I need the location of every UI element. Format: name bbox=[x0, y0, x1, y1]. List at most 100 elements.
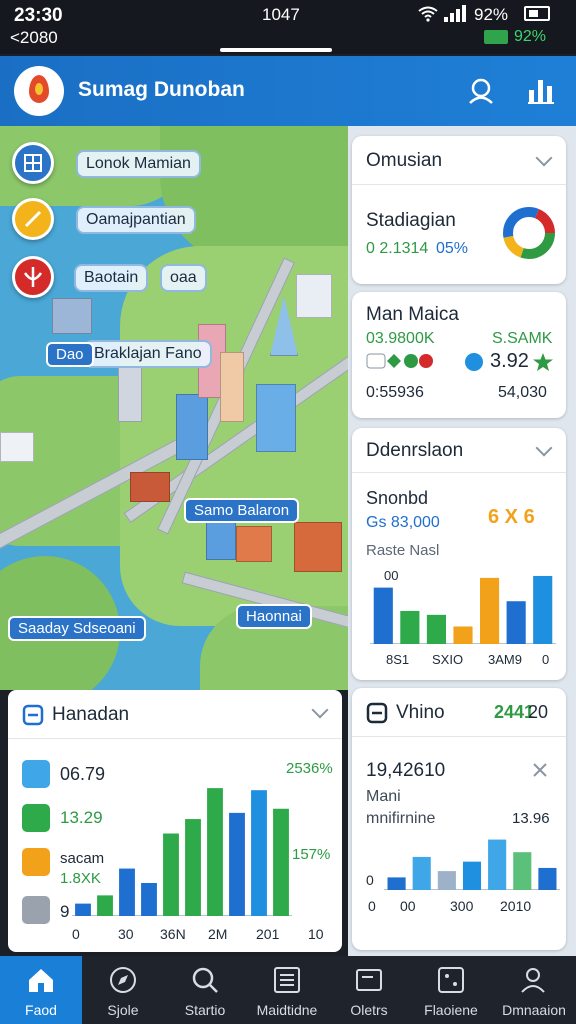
map-pin-blue[interactable] bbox=[12, 142, 54, 184]
dice-icon bbox=[438, 967, 464, 993]
map-building bbox=[236, 526, 272, 562]
chart-bar[interactable] bbox=[97, 895, 113, 916]
emblem-icon bbox=[23, 267, 43, 287]
nav-item-list[interactable]: Maidtidne bbox=[246, 956, 328, 1024]
map-pin-red[interactable] bbox=[12, 256, 54, 298]
nav-item-profile[interactable]: Dmnaaion bbox=[492, 956, 576, 1024]
chart-bar[interactable] bbox=[207, 788, 223, 916]
right-panel: Omusian Stadiagian 0 2.1314 05% Man Maic… bbox=[348, 126, 576, 956]
bar-chart bbox=[370, 575, 556, 645]
chart-bar[interactable] bbox=[453, 626, 473, 645]
chart-bar[interactable] bbox=[412, 856, 431, 890]
nav-item-home[interactable]: Faod bbox=[0, 956, 82, 1024]
trend-icon bbox=[22, 760, 50, 788]
chart-bar[interactable] bbox=[400, 610, 420, 644]
card-title: Vhino bbox=[396, 702, 445, 723]
panel-icon bbox=[22, 704, 44, 726]
chart-bar[interactable] bbox=[488, 839, 507, 890]
nav-label: Faod bbox=[25, 1002, 57, 1018]
map-label[interactable]: Baotain bbox=[74, 264, 149, 292]
chart-bar[interactable] bbox=[163, 833, 179, 917]
map-chip[interactable]: Dao bbox=[46, 342, 94, 367]
card-subtitle: Snonbd bbox=[366, 488, 429, 508]
nav-label: Sjole bbox=[107, 1002, 139, 1018]
nav-item-grid[interactable]: Flaoiene bbox=[410, 956, 492, 1024]
chevron-down-icon[interactable] bbox=[311, 701, 329, 719]
map-chip[interactable]: Saaday Sdseoani bbox=[8, 616, 146, 641]
status-back-label[interactable]: <2080 bbox=[10, 28, 58, 48]
map-chip[interactable]: Haonnai bbox=[236, 604, 312, 629]
card-title: Man Maica bbox=[366, 304, 459, 325]
chart-bar[interactable] bbox=[538, 867, 557, 890]
map-pin-yellow[interactable] bbox=[12, 198, 54, 240]
card-man-maica[interactable]: Man Maica 03.9800K S.SAMK 3.92 0:55936 5… bbox=[352, 292, 566, 418]
x-tick-label: 2M bbox=[208, 926, 228, 942]
bar-chart bbox=[72, 788, 292, 917]
divider bbox=[8, 738, 342, 739]
chart-bar[interactable] bbox=[533, 575, 553, 644]
list-icon bbox=[274, 967, 300, 993]
charging-icon bbox=[484, 30, 508, 44]
nav-label: Startio bbox=[184, 1002, 226, 1018]
map-label[interactable]: Oamajpantian bbox=[76, 206, 196, 234]
app-logo[interactable] bbox=[14, 66, 64, 116]
x-tick-label: 10 bbox=[308, 926, 324, 942]
card-note: Raste Nasl bbox=[366, 542, 440, 559]
x-tick-label: 8S1 bbox=[386, 652, 410, 667]
card-sub-right: 13.96 bbox=[512, 810, 550, 827]
signal-icon bbox=[444, 4, 466, 22]
chart-bar[interactable] bbox=[426, 614, 446, 644]
card-value: 19,42610 bbox=[366, 760, 446, 781]
chevron-down-icon[interactable] bbox=[535, 149, 553, 167]
app-title: Sumag Dunoban bbox=[78, 78, 245, 101]
map-building bbox=[130, 472, 170, 502]
card-sub: mnifirnine bbox=[366, 810, 436, 827]
city-map[interactable]: Lonok Mamian Oamajpantian Baotain oaa Br… bbox=[0, 126, 348, 690]
map-label[interactable]: oaa bbox=[160, 264, 207, 292]
tag-icon bbox=[22, 848, 50, 876]
chart-bar[interactable] bbox=[506, 601, 526, 644]
card-ddenrslaon[interactable]: Ddenrslaon Snonbd Gs 83,000 6 X 6 Raste … bbox=[352, 428, 566, 680]
link-icon bbox=[22, 896, 50, 924]
map-label[interactable]: Lonok Mamian bbox=[76, 150, 201, 178]
chart-bar[interactable] bbox=[229, 812, 245, 916]
chart-bar[interactable] bbox=[273, 808, 289, 916]
battery-icon bbox=[524, 6, 550, 21]
bar-chart bbox=[384, 839, 560, 890]
chart-bar[interactable] bbox=[185, 819, 201, 916]
chart-bar[interactable] bbox=[119, 868, 135, 916]
app-header: Sumag Dunoban bbox=[0, 56, 576, 126]
profile-icon[interactable] bbox=[466, 76, 496, 106]
x-tick-label: 300 bbox=[450, 898, 474, 914]
map-chip[interactable]: Samo Balaron bbox=[184, 498, 300, 523]
chart-bar[interactable] bbox=[513, 852, 532, 890]
x-tick-label: 00 bbox=[400, 898, 416, 914]
card-omusian[interactable]: Omusian Stadiagian 0 2.1314 05% bbox=[352, 136, 566, 284]
card-hanadan[interactable]: Hanadan 06.79 13.29 sacam 1.8XK 9 2536% … bbox=[8, 690, 342, 952]
chart-bar[interactable] bbox=[387, 877, 406, 890]
chart-bar[interactable] bbox=[373, 587, 393, 644]
map-building bbox=[220, 352, 244, 422]
nav-item-search[interactable]: Startio bbox=[164, 956, 246, 1024]
divider bbox=[352, 736, 566, 737]
card-percent: 05% bbox=[436, 240, 469, 257]
notch-pill bbox=[220, 48, 332, 52]
chart-bar[interactable] bbox=[437, 871, 456, 890]
chevron-down-icon[interactable] bbox=[535, 439, 553, 457]
battery-percent: 92% bbox=[474, 5, 509, 24]
chart-bar[interactable] bbox=[141, 883, 157, 916]
x-tick-label: 2010 bbox=[500, 898, 532, 914]
map-building bbox=[52, 298, 92, 334]
chart-bar[interactable] bbox=[462, 861, 482, 890]
map-building bbox=[0, 432, 34, 462]
close-icon[interactable] bbox=[532, 762, 548, 778]
chart-bar[interactable] bbox=[251, 790, 267, 916]
stats-icon[interactable] bbox=[526, 76, 556, 106]
card-vhino[interactable]: Vhino 2441 20 19,42610 Mani mnifirnine 1… bbox=[352, 688, 566, 950]
chart-bar[interactable] bbox=[480, 577, 500, 644]
card-foot-right: 54,030 bbox=[498, 384, 547, 401]
nav-item-style[interactable]: Sjole bbox=[82, 956, 164, 1024]
nav-item-alerts[interactable]: Oletrs bbox=[328, 956, 410, 1024]
chart-bar[interactable] bbox=[75, 903, 91, 916]
map-label[interactable]: Braklajan Fano bbox=[84, 340, 212, 368]
